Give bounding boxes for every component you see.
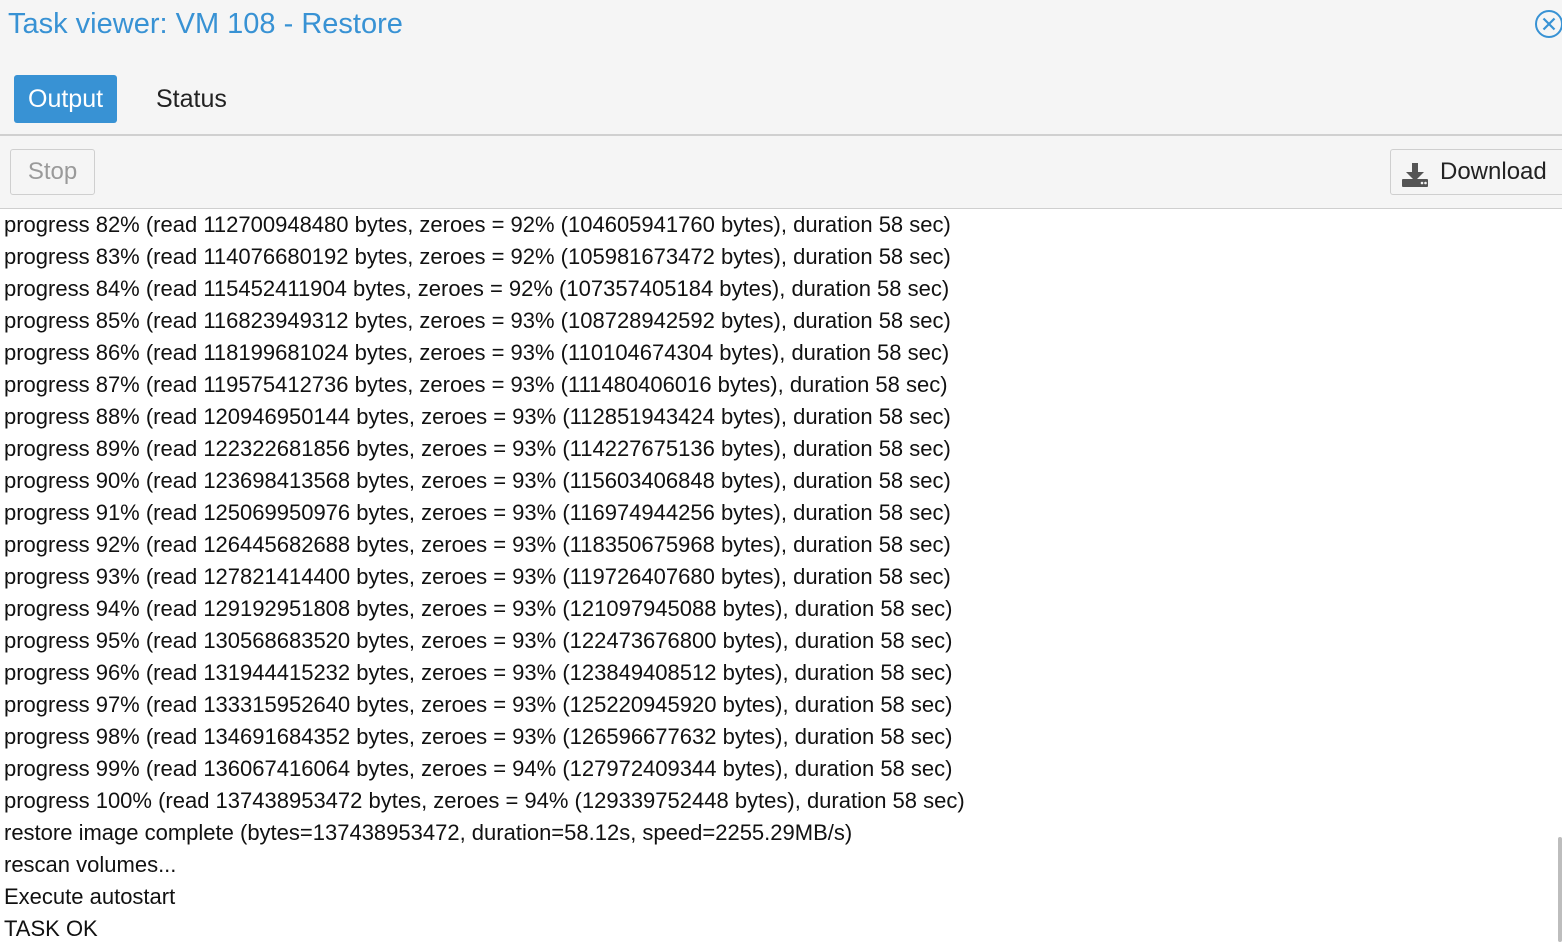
log-line: progress 95% (read 130568683520 bytes, z… <box>4 628 953 653</box>
log-line: progress 98% (read 134691684352 bytes, z… <box>4 724 953 749</box>
log-line: progress 96% (read 131944415232 bytes, z… <box>4 660 953 685</box>
log-line: restore image complete (bytes=1374389534… <box>4 820 853 845</box>
log-line: progress 93% (read 127821414400 bytes, z… <box>4 564 951 589</box>
log-line: progress 90% (read 123698413568 bytes, z… <box>4 468 951 493</box>
title-bar: Task viewer: VM 108 - Restore <box>0 0 1562 50</box>
download-button[interactable]: Download <box>1390 149 1562 195</box>
log-line: rescan volumes... <box>4 852 177 877</box>
download-icon <box>1401 159 1429 187</box>
window-title: Task viewer: VM 108 - Restore <box>8 8 403 40</box>
log-line: Execute autostart <box>4 884 176 909</box>
log-line: progress 83% (read 114076680192 bytes, z… <box>4 244 951 269</box>
log-line: progress 94% (read 129192951808 bytes, z… <box>4 596 953 621</box>
log-line: progress 87% (read 119575412736 bytes, z… <box>4 372 948 397</box>
log-line: progress 88% (read 120946950144 bytes, z… <box>4 404 951 429</box>
download-label: Download <box>1440 158 1547 185</box>
log-line: progress 89% (read 122322681856 bytes, z… <box>4 436 951 461</box>
log-line: progress 84% (read 115452411904 bytes, z… <box>4 276 950 301</box>
tab-status[interactable]: Status <box>142 75 241 123</box>
log-line: progress 91% (read 125069950976 bytes, z… <box>4 500 951 525</box>
log-line: progress 100% (read 137438953472 bytes, … <box>4 788 965 813</box>
tab-output[interactable]: Output <box>14 75 118 123</box>
close-icon[interactable] <box>1534 9 1562 39</box>
task-output-log[interactable]: progress 82% (read 112700948480 bytes, z… <box>0 209 1562 942</box>
toolbar: Stop Download <box>0 136 1562 209</box>
log-scrollbar-thumb[interactable] <box>1558 837 1562 942</box>
log-line: TASK OK <box>4 916 98 941</box>
log-line: progress 86% (read 118199681024 bytes, z… <box>4 340 950 365</box>
log-line: progress 92% (read 126445682688 bytes, z… <box>4 532 951 557</box>
stop-button[interactable]: Stop <box>10 149 95 195</box>
log-line: progress 82% (read 112700948480 bytes, z… <box>4 212 951 237</box>
log-line: progress 97% (read 133315952640 bytes, z… <box>4 692 953 717</box>
log-line: progress 85% (read 116823949312 bytes, z… <box>4 308 951 333</box>
tab-bar: Output Status <box>0 50 1562 136</box>
log-line: progress 99% (read 136067416064 bytes, z… <box>4 756 953 781</box>
task-viewer-window: Task viewer: VM 108 - Restore Output Sta… <box>0 0 1562 942</box>
